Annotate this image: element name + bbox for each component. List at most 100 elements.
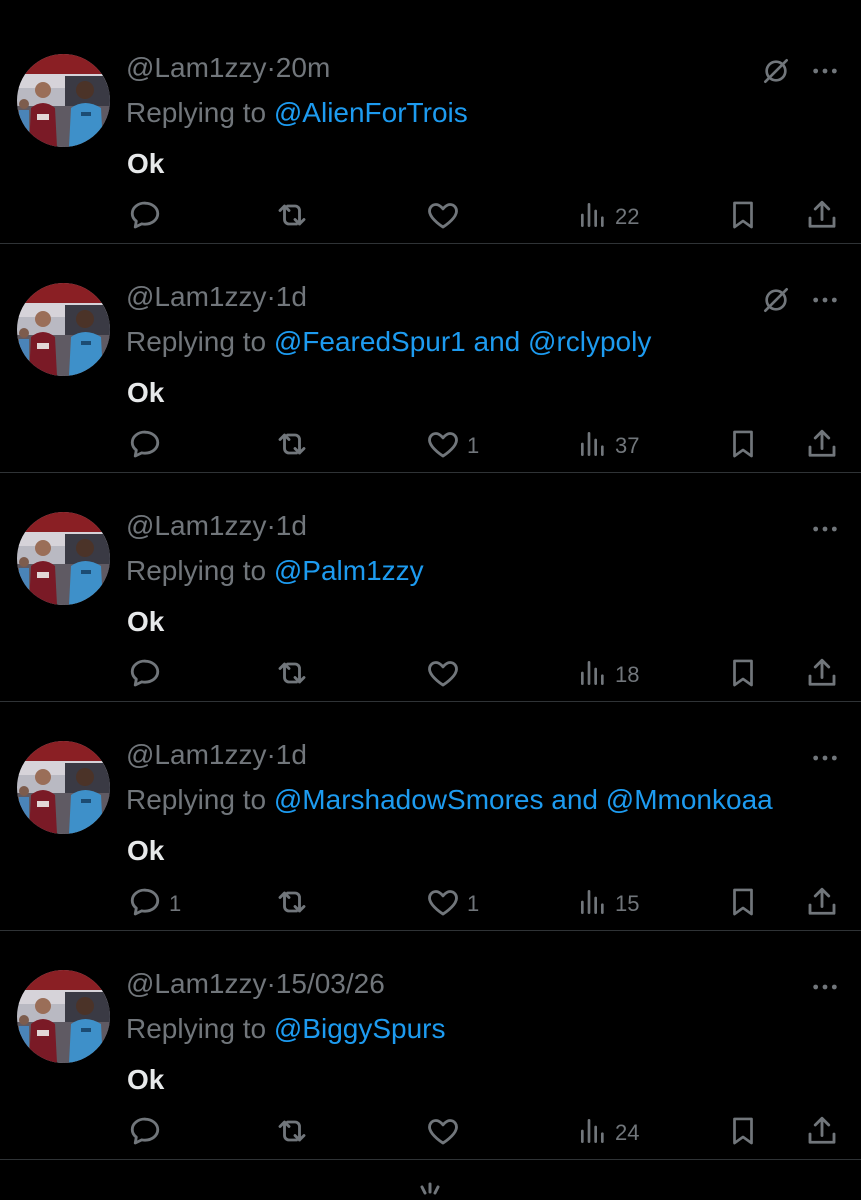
retweet-icon [274,426,310,467]
views-icon [577,886,609,923]
views-icon [577,199,609,236]
avatar[interactable] [17,283,110,376]
handle[interactable]: @Lam1zzy [126,281,266,312]
tweet-reply[interactable]: @Lam1zzy·20m Replying to @AlienForTrois Ok… [0,15,861,244]
mention-link[interactable]: @FearedSpur1 [274,326,466,357]
share-button[interactable] [804,657,840,693]
views-button[interactable]: 18 [577,657,639,693]
tweet-reply[interactable]: @Lam1zzy·15/03/26 Replying to @BiggySpurs… [0,931,861,1160]
share-icon [804,1113,840,1154]
bookmark-button[interactable] [726,1115,760,1151]
separator-dot: · [266,968,276,999]
bookmark-button[interactable] [726,886,760,922]
separator-dot: · [266,52,276,83]
reply-button[interactable] [127,428,169,464]
handle[interactable]: @Lam1zzy [126,739,266,770]
tweet-text: Ok [127,835,165,866]
replying-prefix: Replying to [126,326,274,357]
views-count: 22 [615,204,640,229]
retweet-button[interactable] [274,657,316,693]
handle[interactable]: @Lam1zzy [126,968,266,999]
retweet-icon [274,197,310,238]
avatar[interactable] [17,741,110,834]
replying-prefix: Replying to [126,97,274,128]
like-button[interactable] [425,199,467,235]
reply-icon [127,1113,163,1154]
share-icon [804,884,840,925]
share-icon [804,655,840,696]
views-icon [577,657,609,694]
tweet-reply[interactable]: @Lam1zzy·1d Replying to @Palm1zzy Ok 18 [0,473,861,702]
bookmark-button[interactable] [726,428,760,464]
timestamp[interactable]: 1d [276,510,307,541]
retweet-icon [274,884,310,925]
reply-button[interactable]: 1 [127,886,181,922]
bookmark-icon [726,885,760,924]
action-bar: 24 [0,1115,861,1151]
like-button[interactable]: 1 [425,428,479,464]
like-icon [425,197,461,238]
like-button[interactable] [425,657,467,693]
reply-button[interactable] [127,1115,169,1151]
mention-link[interactable]: @rclypoly [528,326,651,357]
bookmark-button[interactable] [726,657,760,693]
mute-icon[interactable] [760,55,792,92]
reply-button[interactable] [127,199,169,235]
avatar[interactable] [17,512,110,605]
reply-button[interactable] [127,657,169,693]
views-button[interactable]: 15 [577,886,639,922]
retweet-button[interactable] [274,428,316,464]
retweet-icon [274,1113,310,1154]
joiner-text: and [543,784,606,815]
more-icon[interactable] [809,55,841,92]
mention-link[interactable]: @BiggySpurs [274,1013,446,1044]
timestamp[interactable]: 15/03/26 [276,968,385,999]
timestamp[interactable]: 1d [276,281,307,312]
action-bar: 1 37 [0,428,861,464]
joiner-text: and [465,326,529,357]
share-button[interactable] [804,199,840,235]
reply-count: 1 [169,891,182,916]
tweet-meta: @Lam1zzy·1d [126,738,307,772]
mention-link[interactable]: @AlienForTrois [274,97,468,128]
timestamp[interactable]: 20m [276,52,330,83]
like-icon [425,884,461,925]
retweet-button[interactable] [274,1115,316,1151]
tweet-meta: @Lam1zzy·15/03/26 [126,967,385,1001]
avatar[interactable] [17,970,110,1063]
tweet-reply[interactable]: @Lam1zzy·1d Replying to @MarshadowSmores … [0,702,861,931]
views-icon [577,428,609,465]
handle[interactable]: @Lam1zzy [126,52,266,83]
retweet-button[interactable] [274,886,316,922]
handle[interactable]: @Lam1zzy [126,510,266,541]
mute-icon[interactable] [760,284,792,321]
more-icon[interactable] [809,284,841,321]
views-button[interactable]: 37 [577,428,639,464]
mention-link[interactable]: @Mmonkoaa [606,784,773,815]
avatar[interactable] [17,54,110,147]
share-button[interactable] [804,428,840,464]
retweet-button[interactable] [274,199,316,235]
like-button[interactable]: 1 [425,886,479,922]
like-icon [425,1113,461,1154]
views-count: 18 [615,662,640,687]
reply-icon [127,426,163,467]
views-button[interactable]: 24 [577,1115,639,1151]
views-count: 15 [615,891,640,916]
more-icon[interactable] [809,742,841,779]
mention-link[interactable]: @MarshadowSmores [274,784,544,815]
more-icon[interactable] [809,513,841,550]
tweet-meta: @Lam1zzy·1d [126,509,307,543]
tweet-reply[interactable]: @Lam1zzy·1d Replying to @FearedSpur1 and … [0,244,861,473]
reply-icon [127,655,163,696]
more-icon[interactable] [809,971,841,1008]
timestamp[interactable]: 1d [276,739,307,770]
share-button[interactable] [804,1115,840,1151]
views-count: 24 [615,1120,640,1145]
views-button[interactable]: 22 [577,199,639,235]
mention-link[interactable]: @Palm1zzy [274,555,424,586]
share-button[interactable] [804,886,840,922]
retweet-icon [274,655,310,696]
like-button[interactable] [425,1115,467,1151]
bookmark-button[interactable] [726,199,760,235]
